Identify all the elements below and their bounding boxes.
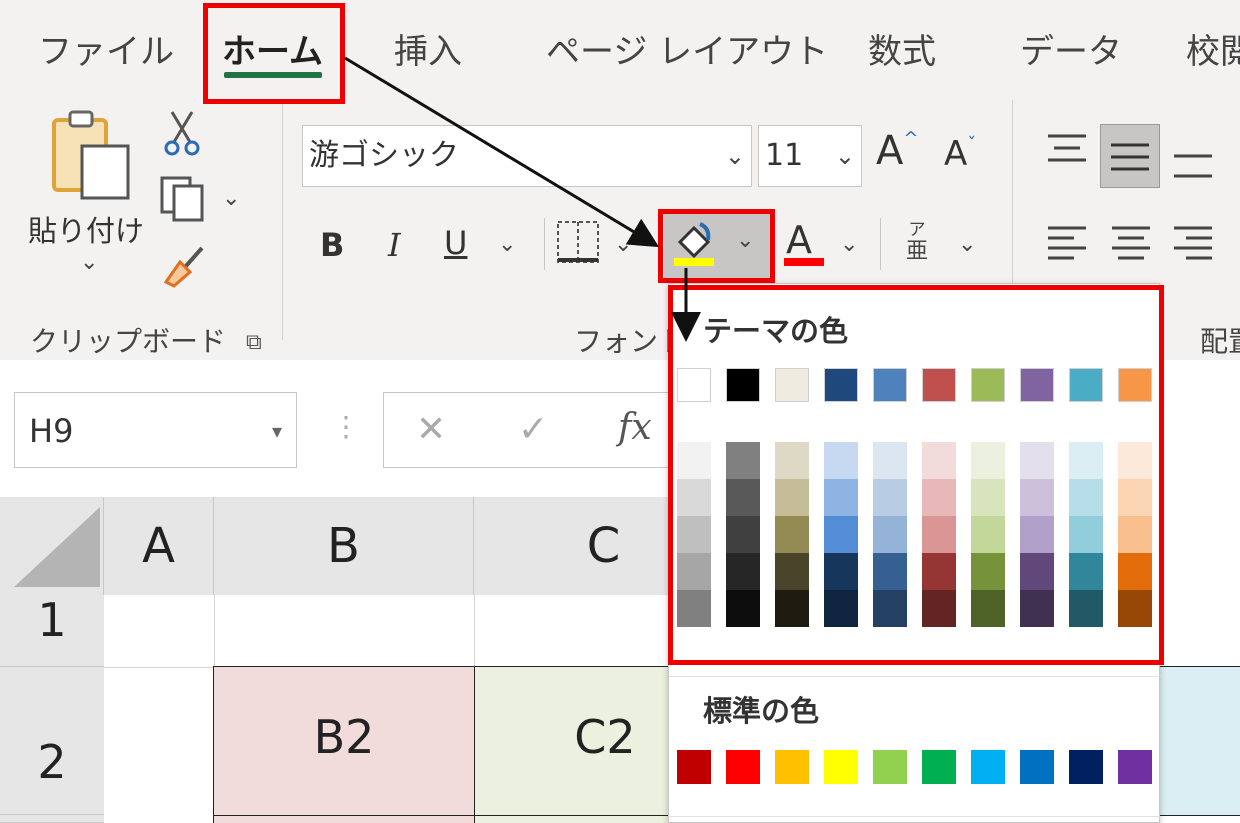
annotation-arrows: [344, 56, 701, 342]
arrow-to-fill-button: [344, 56, 660, 248]
